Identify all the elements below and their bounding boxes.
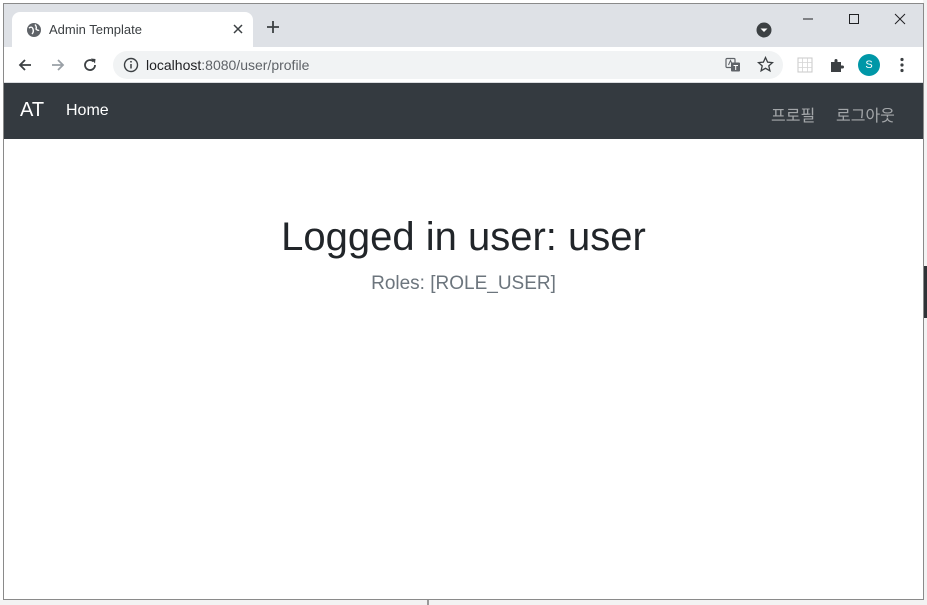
extensions-puzzle-icon[interactable] — [828, 56, 846, 74]
new-tab-icon[interactable] — [265, 19, 281, 35]
browser-menu-icon[interactable] — [893, 56, 911, 74]
bookmark-star-icon[interactable] — [757, 56, 774, 73]
url-text[interactable]: localhost:8080/user/profile — [146, 57, 309, 73]
maximize-icon[interactable] — [847, 12, 861, 26]
info-icon[interactable] — [123, 57, 139, 73]
url-path: :8080/user/profile — [201, 57, 310, 73]
desktop-taskbar-edge — [0, 600, 927, 605]
site-navbar: AT Home 프로필 로그아웃 — [4, 83, 923, 139]
nav-profile-link[interactable]: 프로필 — [771, 102, 815, 126]
background-divider — [427, 600, 429, 605]
nav-home-link[interactable]: Home — [66, 102, 109, 120]
roles-text: Roles: [ROLE_USER] — [371, 273, 556, 294]
close-tab-icon[interactable] — [230, 21, 246, 37]
nav-logout-link[interactable]: 로그아웃 — [836, 102, 895, 126]
browser-window: Admin Template localhost:8080/user/profi… — [3, 3, 924, 600]
globe-icon — [27, 23, 41, 37]
back-icon[interactable] — [16, 56, 34, 74]
browser-tab[interactable]: Admin Template — [12, 12, 253, 47]
profile-avatar[interactable]: S — [858, 54, 880, 76]
minimize-icon[interactable] — [801, 12, 815, 26]
window-close-icon[interactable] — [893, 12, 907, 26]
browser-toolbar: localhost:8080/user/profile S — [4, 47, 923, 83]
url-host: localhost — [146, 57, 202, 73]
tab-strip: Admin Template — [4, 4, 923, 47]
page-heading: Logged in user: user — [281, 215, 646, 259]
address-bar[interactable]: localhost:8080/user/profile — [113, 51, 783, 79]
extension-grid-icon[interactable] — [796, 56, 814, 74]
navbar-brand[interactable]: AT — [20, 99, 44, 122]
forward-icon[interactable] — [49, 56, 67, 74]
tab-search-icon[interactable] — [756, 22, 772, 38]
reload-icon[interactable] — [81, 56, 99, 74]
tab-title: Admin Template — [49, 22, 142, 37]
translate-icon[interactable] — [725, 57, 741, 73]
